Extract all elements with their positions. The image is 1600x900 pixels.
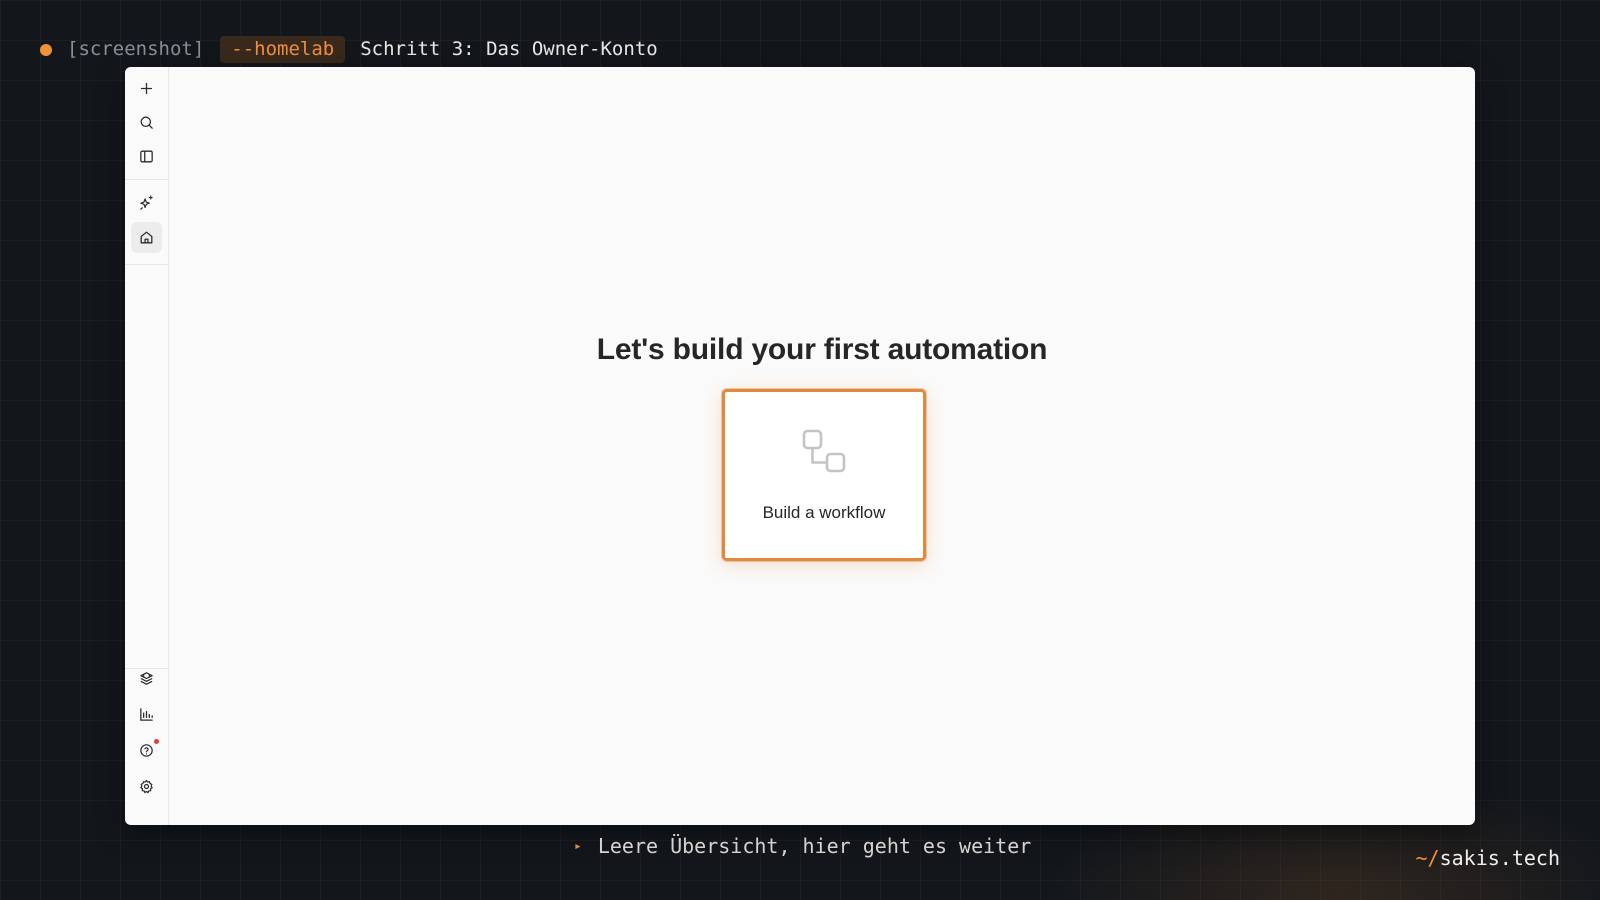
screenshot-header: [screenshot] --homelab Schritt 3: Das Ow… [40,34,658,64]
home-icon [140,231,153,244]
workflow-icon [802,429,846,473]
caption-text: Leere Übersicht, hier geht es weiter [597,834,1032,858]
sidebar-toggle-icon [140,150,153,163]
ai-sparkles-icon [140,195,153,210]
sidebar-toggle-button[interactable] [131,141,162,172]
search-icon [140,116,153,129]
screenshot-tag: [screenshot] [67,38,205,60]
brand: ~/sakis.tech [1415,846,1560,870]
brand-prefix: ~/ [1415,846,1440,870]
plus-icon [140,82,153,95]
build-workflow-card[interactable]: Build a workflow [722,389,926,561]
homelab-flag: --homelab [220,35,346,63]
help-icon [140,744,153,757]
caption-marker: ▸ [574,838,582,854]
card-label: Build a workflow [762,503,886,522]
search-button[interactable] [131,107,162,138]
app-window: Let's build your first automation Build … [125,67,1475,825]
insights-button[interactable] [131,699,162,730]
settings-button[interactable] [131,771,162,802]
ai-assistant-button[interactable] [131,187,162,218]
status-dot [40,43,52,56]
main-content: Let's build your first automation Build … [169,67,1475,825]
caption: ▸ Leere Übersicht, hier geht es weiter [574,834,1031,858]
insights-icon [140,708,153,721]
sidebar-divider [125,264,168,265]
templates-icon [140,672,153,685]
notification-dot [154,739,159,744]
page-title: Let's build your first automation [596,333,1048,366]
sidebar-divider [125,179,168,180]
home-button[interactable] [131,222,162,253]
brand-name: sakis.tech [1439,846,1560,870]
help-button[interactable] [131,735,162,766]
add-button[interactable] [131,73,162,104]
templates-button[interactable] [131,663,162,694]
step-title: Schritt 3: Das Owner-Konto [360,38,658,60]
gear-icon [140,779,153,794]
sidebar [125,67,169,825]
